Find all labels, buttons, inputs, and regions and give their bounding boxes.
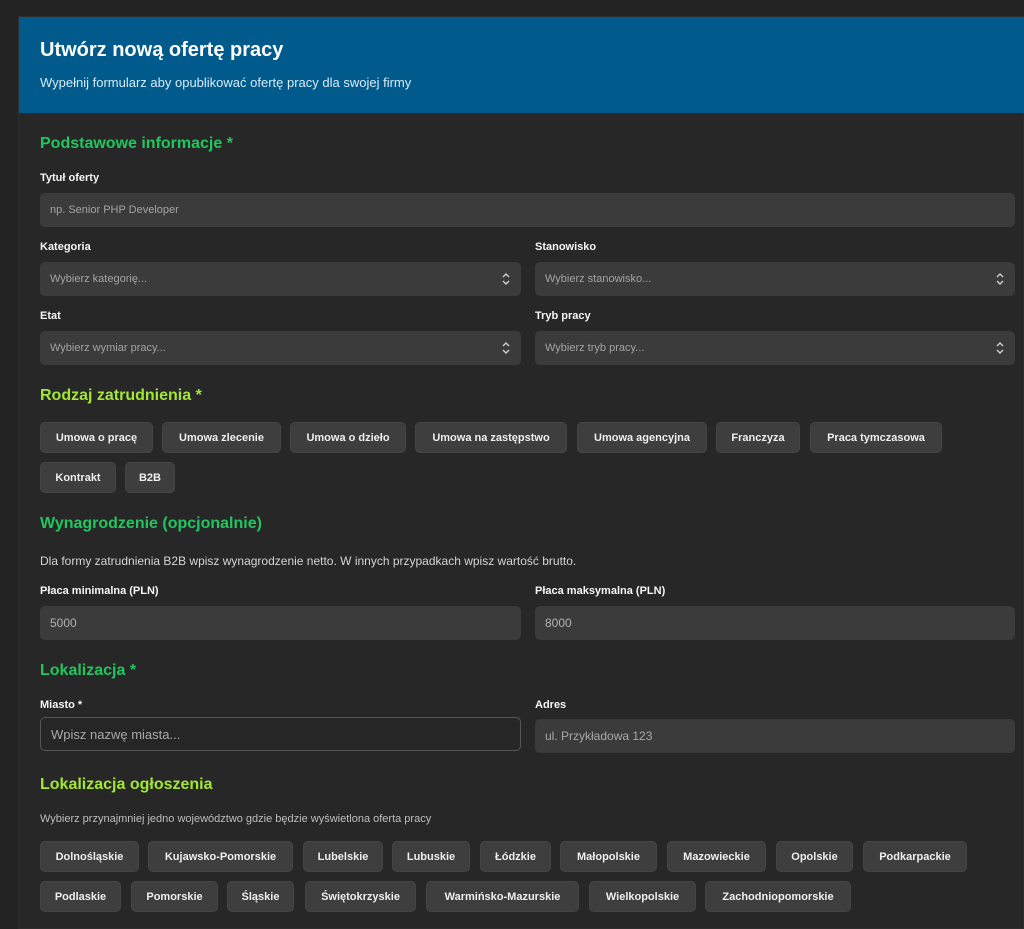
position-select-value: Wybierz stanowisko... xyxy=(545,273,652,285)
chevron-up-down-icon xyxy=(996,273,1004,285)
section-title-location: Lokalizacja * xyxy=(40,662,137,679)
section-title-employment: Rodzaj zatrudnienia * xyxy=(40,387,202,404)
employment-type-chip[interactable]: Kontrakt xyxy=(40,462,116,493)
category-select[interactable]: Wybierz kategorię... xyxy=(40,262,521,296)
page-subtitle: Wypełnij formularz aby opublikować ofert… xyxy=(40,75,412,90)
workmode-label: Tryb pracy xyxy=(535,310,591,322)
salary-min-input[interactable]: 5000 xyxy=(40,606,521,640)
employment-type-chip[interactable]: Umowa o dzieło xyxy=(290,422,406,453)
job-title-label: Tytuł oferty xyxy=(40,172,100,184)
section-title-salary: Wynagrodzenie (opcjonalnie) xyxy=(40,515,262,532)
salary-max-input[interactable]: 8000 xyxy=(535,606,1015,640)
employment-type-chip[interactable]: Umowa o pracę xyxy=(40,422,153,453)
voivodeship-chip[interactable]: Śląskie xyxy=(227,881,294,912)
voivodeship-chip[interactable]: Podlaskie xyxy=(40,881,121,912)
voivodeship-chip[interactable]: Warmińsko-Mazurskie xyxy=(426,881,579,912)
chevron-up-down-icon xyxy=(502,273,510,285)
city-input[interactable]: Wpisz nazwę miasta... xyxy=(40,717,521,751)
employment-type-chip[interactable]: Umowa zlecenie xyxy=(162,422,281,453)
page-title: Utwórz nową ofertę pracy xyxy=(40,39,284,61)
category-select-value: Wybierz kategorię... xyxy=(50,273,148,285)
worktime-select-value: Wybierz wymiar pracy... xyxy=(50,342,166,354)
voivodeship-chip[interactable]: Wielkopolskie xyxy=(589,881,696,912)
city-label: Miasto * xyxy=(40,699,83,711)
form-header: Utwórz nową ofertę pracy Wypełnij formul… xyxy=(19,17,1024,113)
voivodeship-chip[interactable]: Opolskie xyxy=(776,841,853,872)
workmode-select-value: Wybierz tryb pracy... xyxy=(545,342,645,354)
position-select[interactable]: Wybierz stanowisko... xyxy=(535,262,1015,296)
ad-location-note: Wybierz przynajmniej jedno województwo g… xyxy=(40,813,432,825)
salary-max-label: Płaca maksymalna (PLN) xyxy=(535,585,666,597)
employment-type-chip[interactable]: B2B xyxy=(125,462,175,493)
voivodeship-chip[interactable]: Lubuskie xyxy=(392,841,470,872)
employment-type-chip[interactable]: Praca tymczasowa xyxy=(810,422,942,453)
address-input[interactable]: ul. Przykładowa 123 xyxy=(535,719,1015,753)
chevron-up-down-icon xyxy=(502,342,510,354)
job-title-input[interactable]: np. Senior PHP Developer xyxy=(40,193,1015,227)
voivodeship-chip[interactable]: Dolnośląskie xyxy=(40,841,139,872)
section-title-ad-location: Lokalizacja ogłoszenia xyxy=(40,776,213,793)
employment-type-chip[interactable]: Umowa na zastępstwo xyxy=(415,422,567,453)
workmode-select[interactable]: Wybierz tryb pracy... xyxy=(535,331,1015,365)
voivodeship-chip[interactable]: Podkarpackie xyxy=(863,841,967,872)
voivodeship-chip[interactable]: Mazowieckie xyxy=(667,841,766,872)
worktime-label: Etat xyxy=(40,310,61,322)
section-title-basic: Podstawowe informacje * xyxy=(40,135,233,152)
employment-type-chip[interactable]: Franczyza xyxy=(716,422,800,453)
voivodeship-chip[interactable]: Zachodniopomorskie xyxy=(705,881,851,912)
chevron-up-down-icon xyxy=(996,342,1004,354)
voivodeship-chip[interactable]: Pomorskie xyxy=(131,881,218,912)
voivodeship-chip[interactable]: Kujawsko-Pomorskie xyxy=(148,841,293,872)
salary-min-label: Płaca minimalna (PLN) xyxy=(40,585,159,597)
voivodeship-chip[interactable]: Świętokrzyskie xyxy=(305,881,416,912)
category-label: Kategoria xyxy=(40,241,91,253)
voivodeship-chip[interactable]: Lubelskie xyxy=(303,841,383,872)
salary-note: Dla formy zatrudnienia B2B wpisz wynagro… xyxy=(40,554,577,568)
voivodeship-chip[interactable]: Łódzkie xyxy=(480,841,551,872)
voivodeship-chip[interactable]: Małopolskie xyxy=(560,841,657,872)
position-label: Stanowisko xyxy=(535,241,597,253)
address-label: Adres xyxy=(535,699,567,711)
employment-type-chip[interactable]: Umowa agencyjna xyxy=(577,422,707,453)
worktime-select[interactable]: Wybierz wymiar pracy... xyxy=(40,331,521,365)
job-offer-form: Utwórz nową ofertę pracy Wypełnij formul… xyxy=(18,16,1024,929)
